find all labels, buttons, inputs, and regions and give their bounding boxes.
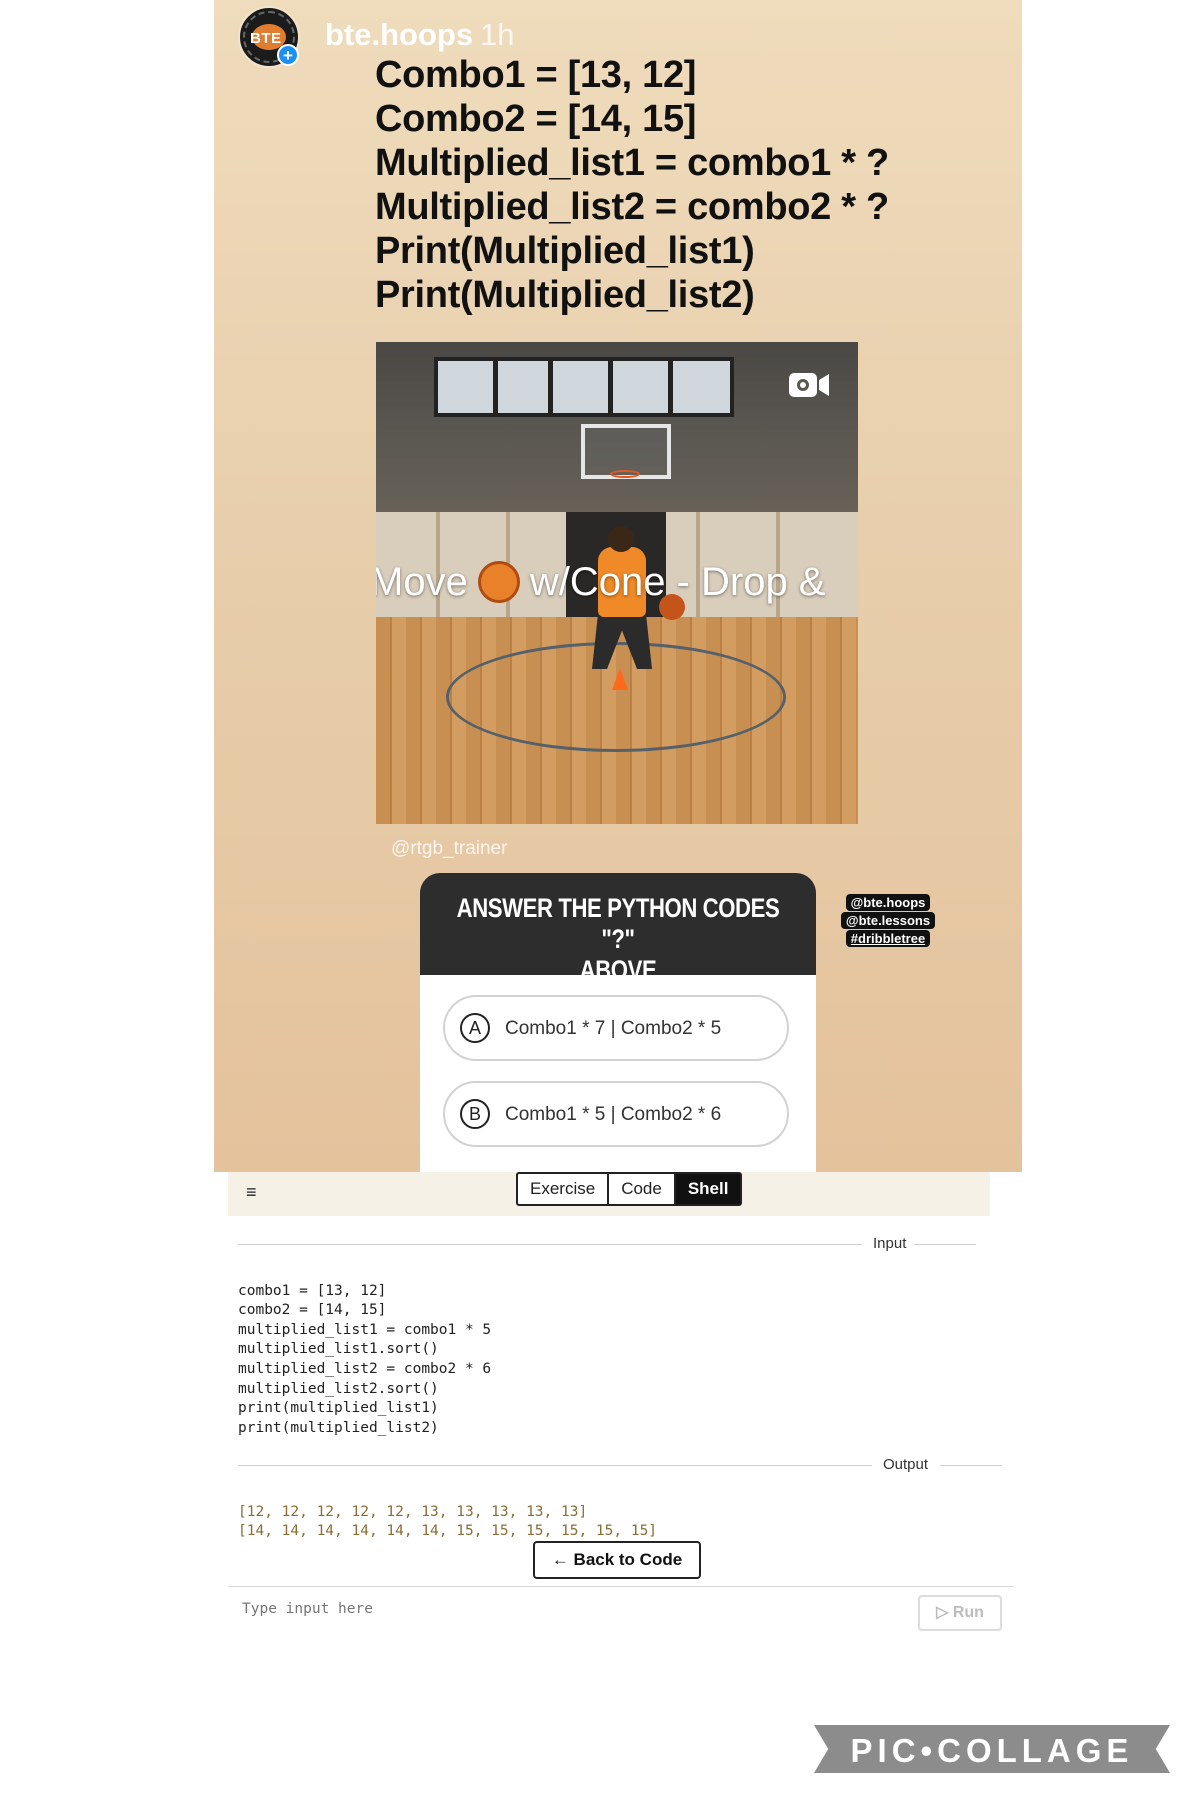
input-code-block: combo1 = [13, 12] combo2 = [14, 15] multip… (238, 1262, 491, 1458)
back-to-code-button[interactable]: ← Back to Code (533, 1541, 701, 1579)
playground-toolbar: ≡ Exercise Code Shell (228, 1172, 990, 1216)
court-circle (446, 642, 786, 752)
reels-camera-icon (789, 373, 829, 397)
option-letter-badge: B (460, 1099, 490, 1129)
code-line: combo1 = [13, 12] (238, 1282, 387, 1299)
option-letter-badge: A (460, 1013, 490, 1043)
output-divider-right (940, 1465, 1002, 1466)
run-button[interactable]: ▷ Run (918, 1595, 1002, 1631)
quiz-title-line1: ANSWER THE PYTHON CODES "?" (456, 893, 780, 954)
basketball-emoji-icon (477, 561, 520, 603)
hashtag-tag[interactable]: #dribbletree (845, 930, 931, 947)
input-divider-right (914, 1244, 976, 1245)
reel-video-thumbnail[interactable]: Move w/Cone - Drop & (376, 342, 858, 824)
code-line: print(multiplied_list2) (238, 1419, 439, 1436)
video-caption-after: w/Cone - Drop & (529, 560, 826, 604)
input-section-label: Input (873, 1235, 907, 1252)
video-credit[interactable]: @rtgb_trainer (391, 838, 507, 860)
quiz-option-a[interactable]: A Combo1 * 7 | Combo2 * 5 (443, 995, 789, 1061)
shell-input-field[interactable] (240, 1600, 744, 1618)
option-text: Combo1 * 7 | Combo2 * 5 (505, 1018, 722, 1039)
tab-exercise[interactable]: Exercise (518, 1174, 610, 1204)
code-line: multiplied_list2 = combo2 * 6 (238, 1360, 492, 1377)
instagram-story: BTE + bte.hoops 1h Combo1 = [13, 12] Com… (214, 0, 1022, 1172)
output-divider (238, 1465, 872, 1466)
story-code-line: Combo1 = [13, 12] (375, 54, 697, 96)
quiz-title-line2: ABOVE (579, 955, 657, 985)
story-username[interactable]: bte.hoops (325, 17, 473, 53)
player-head (608, 526, 634, 552)
shell-input-row: ▷ Run (228, 1586, 1014, 1637)
quiz-option-b[interactable]: B Combo1 * 5 | Combo2 * 6 (443, 1081, 789, 1147)
story-timestamp: 1h (480, 17, 515, 52)
add-story-plus-icon[interactable]: + (277, 44, 299, 66)
video-caption-before: Move (376, 560, 468, 604)
output-line: [12, 12, 12, 12, 12, 13, 13, 13, 13, 13] (238, 1503, 588, 1520)
mention-tags: @bte.hoops @bte.lessons #dribbletree (838, 894, 938, 948)
avatar-logo-text: BTE (250, 30, 282, 47)
gym-windows (434, 357, 734, 417)
training-cone (612, 668, 628, 690)
tab-shell[interactable]: Shell (675, 1174, 741, 1204)
output-line: [14, 14, 14, 14, 14, 14, 15, 15, 15, 15,… (238, 1523, 658, 1540)
hamburger-menu-icon[interactable]: ≡ (246, 1182, 257, 1203)
quiz-title: ANSWER THE PYTHON CODES "?" ABOVE (420, 873, 816, 985)
code-line: print(multiplied_list1) (238, 1400, 439, 1417)
basketball-rim (610, 470, 640, 478)
video-caption: Move w/Cone - Drop & (376, 560, 825, 605)
mention-tag[interactable]: @bte.lessons (840, 912, 936, 929)
code-line: combo2 = [14, 15] (238, 1302, 387, 1319)
quiz-sticker[interactable]: ANSWER THE PYTHON CODES "?" ABOVE A Comb… (420, 873, 816, 1172)
code-line: multiplied_list1 = combo1 * 5 (238, 1321, 492, 1338)
story-code-line: Multiplied_list2 = combo2 * ? (375, 186, 889, 228)
mention-tag[interactable]: @bte.hoops (845, 894, 931, 911)
piccollage-watermark: PIC•COLLAGE (814, 1725, 1170, 1773)
tab-code[interactable]: Code (609, 1174, 676, 1204)
input-divider (238, 1244, 862, 1245)
story-code-line: Multiplied_list1 = combo1 * ? (375, 142, 889, 184)
output-section-label: Output (883, 1456, 929, 1473)
code-line: multiplied_list2.sort() (238, 1380, 439, 1397)
code-line: multiplied_list1.sort() (238, 1341, 439, 1358)
watermark-text: PIC•COLLAGE (850, 1732, 1134, 1769)
option-text: Combo1 * 5 | Combo2 * 6 (505, 1104, 722, 1125)
story-code-line: Print(Multiplied_list1) (375, 230, 755, 272)
mode-tabs: Exercise Code Shell (516, 1172, 743, 1206)
story-code-line: Combo2 = [14, 15] (375, 98, 697, 140)
story-code-line: Print(Multiplied_list2) (375, 274, 755, 316)
